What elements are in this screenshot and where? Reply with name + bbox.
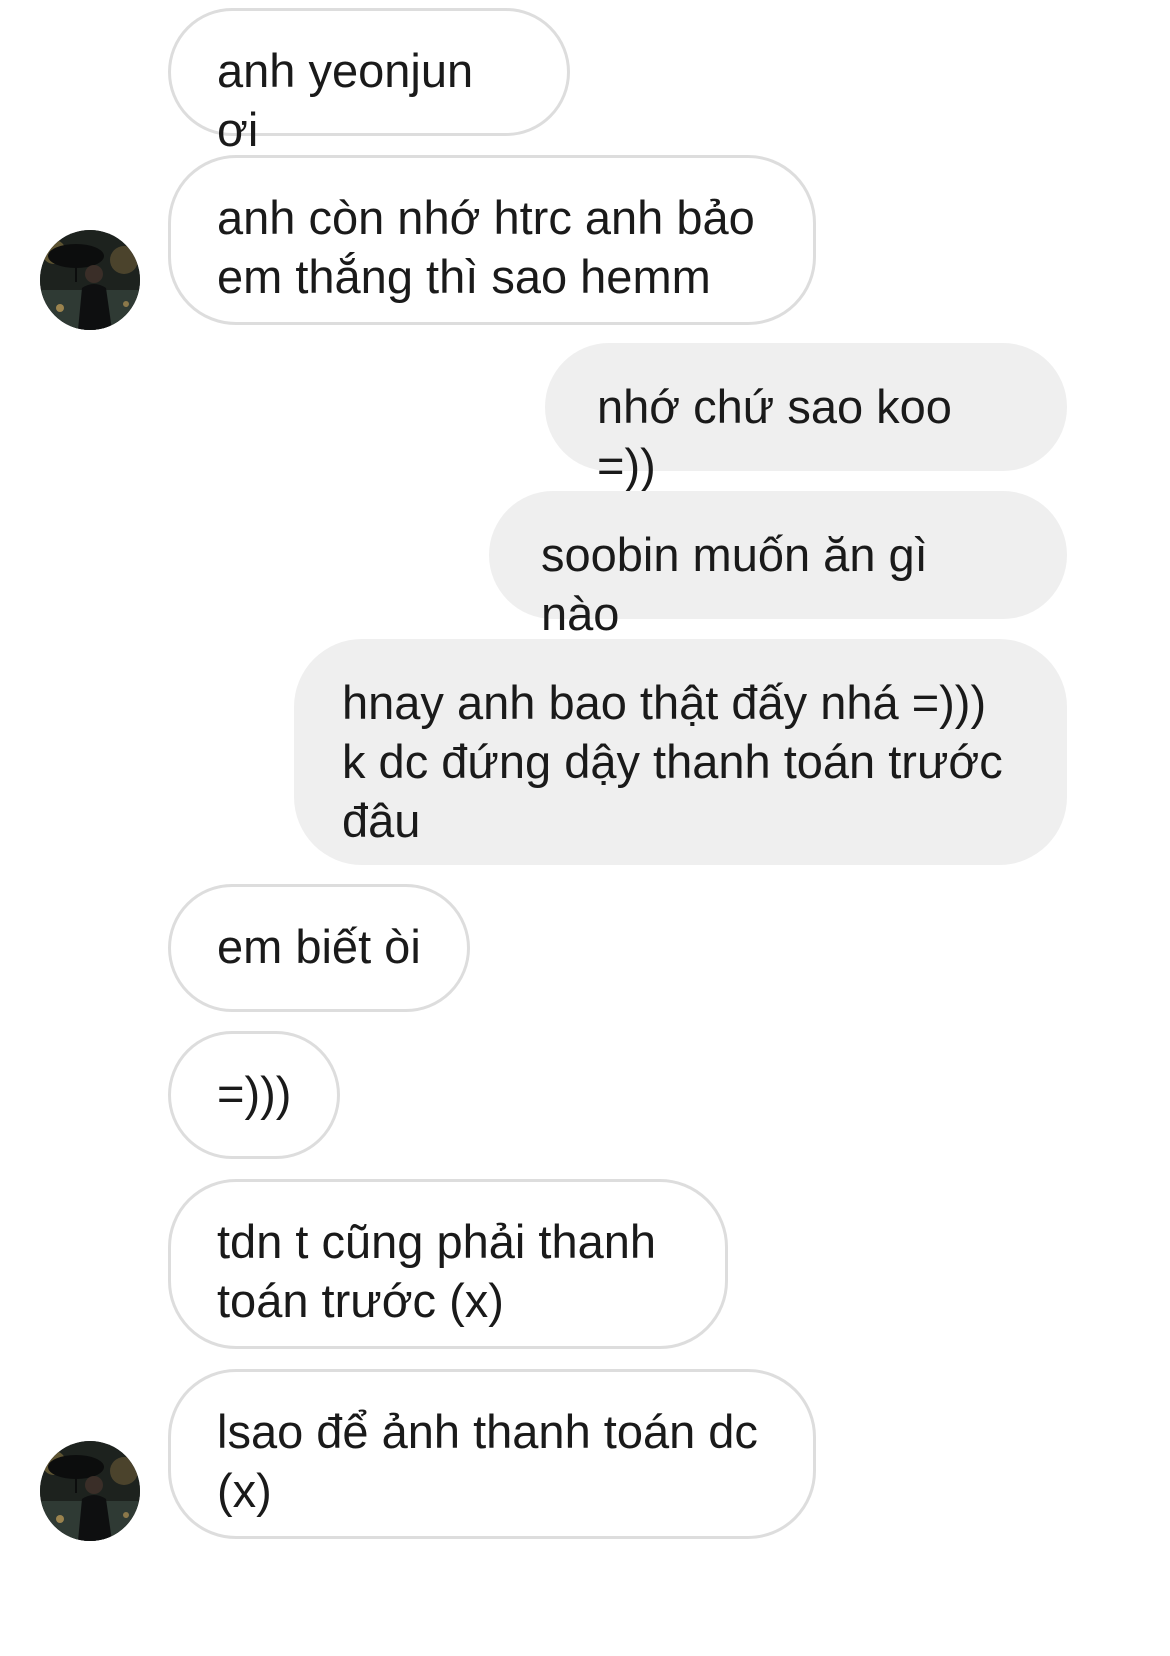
incoming-message-bubble[interactable]: em biết òi	[168, 884, 470, 1012]
incoming-message-bubble[interactable]: tdn t cũng phải thanh toán trước (x)	[168, 1179, 728, 1349]
outgoing-message-bubble[interactable]: nhớ chứ sao koo =))	[545, 343, 1067, 492]
incoming-message-bubble[interactable]: anh còn nhớ htrc anh bảo em thắng thì sa…	[168, 155, 816, 325]
sender-avatar[interactable]	[40, 230, 140, 330]
incoming-message-bubble[interactable]: anh yeonjun ơi	[168, 8, 570, 156]
outgoing-message-bubble[interactable]: soobin muốn ăn gì nào	[489, 491, 1067, 640]
sender-avatar[interactable]	[40, 1441, 140, 1541]
message-thread: anh yeonjun ơi anh còn nhớ htrc anh bảo …	[0, 0, 1170, 1656]
incoming-message-bubble[interactable]: lsao để ảnh thanh toán dc (x)	[168, 1369, 816, 1539]
incoming-message-bubble[interactable]: =)))	[168, 1031, 340, 1159]
avatar-photo-icon	[40, 230, 140, 330]
outgoing-message-bubble[interactable]: hnay anh bao thật đấy nhá =))) k dc đứng…	[294, 639, 1067, 865]
avatar-photo-icon	[40, 1441, 140, 1541]
